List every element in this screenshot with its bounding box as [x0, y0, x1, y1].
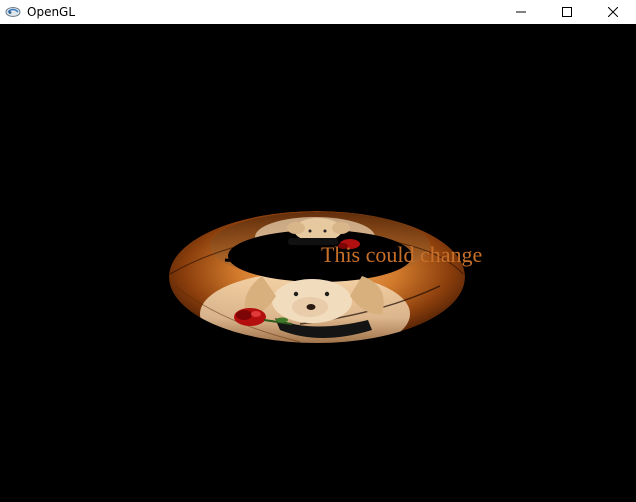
maximize-icon — [562, 7, 572, 17]
close-button[interactable] — [590, 0, 636, 24]
window-title: OpenGL — [27, 5, 76, 19]
gl-viewport[interactable]: This could change — [0, 24, 636, 502]
minimize-button[interactable] — [498, 0, 544, 24]
torus-render — [169, 211, 465, 356]
maximize-button[interactable] — [544, 0, 590, 24]
overlay-text: This could change — [321, 242, 483, 267]
app-icon[interactable] — [5, 4, 21, 20]
title-bar[interactable]: OpenGL — [0, 0, 636, 24]
opengl-window: OpenGL This could change — [0, 0, 636, 502]
window-controls — [498, 0, 636, 24]
close-icon — [608, 7, 618, 17]
minimize-icon — [516, 11, 526, 13]
